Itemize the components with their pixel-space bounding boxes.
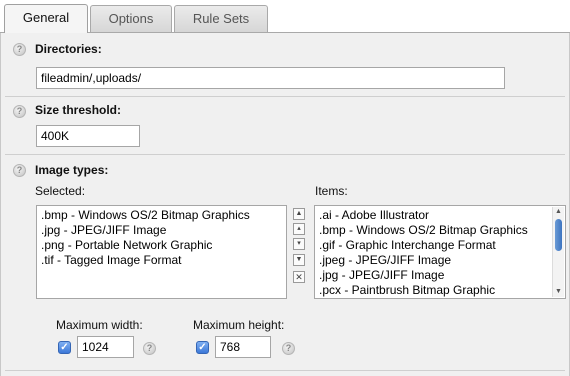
image-types-label: Image types: xyxy=(35,163,109,177)
scroll-down-icon[interactable]: ▼ xyxy=(553,287,564,297)
help-icon[interactable]: ? xyxy=(13,105,26,118)
directories-input[interactable]: fileadmin/,uploads/ xyxy=(36,67,505,89)
list-item[interactable]: .pcx - Paintbrush Bitmap Graphic xyxy=(319,283,549,298)
help-icon[interactable]: ? xyxy=(13,43,26,56)
selected-label: Selected: xyxy=(35,184,86,198)
general-panel: ? Directories: fileadmin/,uploads/ ? Siz… xyxy=(0,32,570,376)
list-item[interactable]: .ai - Adobe Illustrator xyxy=(319,208,549,223)
scroll-thumb[interactable] xyxy=(555,219,562,251)
list-item[interactable]: .jpeg - JPEG/JIFF Image xyxy=(319,253,549,268)
divider xyxy=(5,154,565,155)
tab-bar: General Options Rule Sets xyxy=(0,0,570,33)
tab-rule-sets[interactable]: Rule Sets xyxy=(174,5,268,32)
divider xyxy=(5,96,565,97)
tab-general[interactable]: General xyxy=(4,4,88,33)
list-item[interactable]: .bmp - Windows OS/2 Bitmap Graphics xyxy=(41,208,282,223)
max-height-checkbox[interactable]: ✓ xyxy=(196,341,209,354)
items-scrollbar[interactable]: ▲ ▼ xyxy=(552,207,564,297)
tab-options[interactable]: Options xyxy=(90,5,172,32)
selected-list[interactable]: .bmp - Windows OS/2 Bitmap Graphics .jpg… xyxy=(36,205,287,299)
max-height-label: Maximum height: xyxy=(193,318,285,332)
move-to-bottom-icon[interactable]: ▼ xyxy=(293,254,305,266)
list-item[interactable]: .bmp - Windows OS/2 Bitmap Graphics xyxy=(319,223,549,238)
size-threshold-input[interactable]: 400K xyxy=(36,125,140,147)
help-icon[interactable]: ? xyxy=(282,342,295,355)
max-height-input[interactable]: 768 xyxy=(215,336,271,358)
max-width-label: Maximum width: xyxy=(56,318,143,332)
move-to-top-icon[interactable]: ▲ xyxy=(293,208,305,220)
move-down-icon[interactable]: ▾ xyxy=(293,238,305,250)
items-list[interactable]: .ai - Adobe Illustrator .bmp - Windows O… xyxy=(314,205,566,299)
directories-label: Directories: xyxy=(35,42,102,56)
size-threshold-label: Size threshold: xyxy=(35,103,122,117)
list-item[interactable]: .tif - Tagged Image Format xyxy=(41,253,282,268)
list-item[interactable]: .png - Portable Network Graphic xyxy=(41,238,282,253)
list-item[interactable]: .gif - Graphic Interchange Format xyxy=(319,238,549,253)
scroll-up-icon[interactable]: ▲ xyxy=(553,207,564,217)
help-icon[interactable]: ? xyxy=(143,342,156,355)
remove-icon[interactable]: ✕ xyxy=(293,271,305,283)
help-icon[interactable]: ? xyxy=(13,164,26,177)
items-label: Items: xyxy=(315,184,348,198)
max-width-input[interactable]: 1024 xyxy=(77,336,134,358)
list-item[interactable]: .jpg - JPEG/JIFF Image xyxy=(319,268,549,283)
list-item[interactable]: .jpg - JPEG/JIFF Image xyxy=(41,223,282,238)
max-width-checkbox[interactable]: ✓ xyxy=(58,341,71,354)
divider xyxy=(5,370,565,371)
move-up-icon[interactable]: ▴ xyxy=(293,223,305,235)
